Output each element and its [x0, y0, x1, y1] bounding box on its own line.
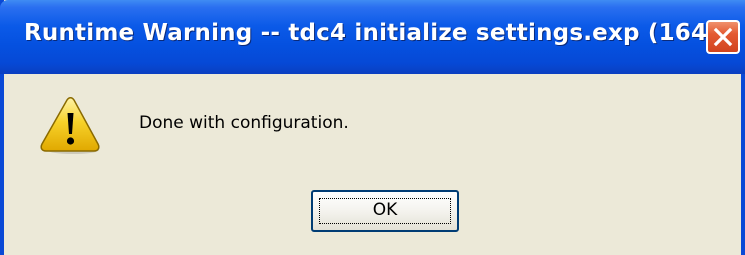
close-button[interactable] [706, 20, 740, 54]
ok-button[interactable]: OK [311, 190, 459, 232]
title-bar[interactable]: Runtime Warning -- tdc4 initialize setti… [0, 0, 745, 74]
window-title: Runtime Warning -- tdc4 initialize setti… [24, 20, 728, 46]
dialog-message: Done with configuration. [139, 113, 349, 133]
close-icon [713, 27, 733, 47]
ok-button-label: OK [372, 200, 398, 220]
warning-dialog: Runtime Warning -- tdc4 initialize setti… [0, 0, 745, 255]
warning-icon [37, 96, 101, 156]
